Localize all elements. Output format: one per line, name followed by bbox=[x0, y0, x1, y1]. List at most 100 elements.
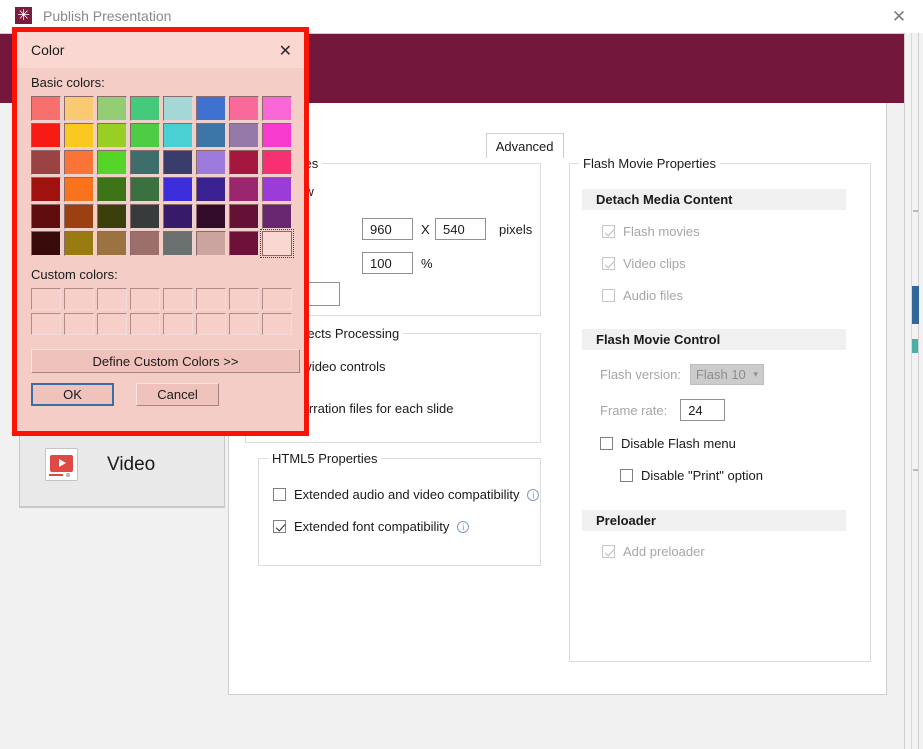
define-custom-colors-button[interactable]: Define Custom Colors >> bbox=[31, 349, 300, 373]
color-swatch[interactable] bbox=[64, 204, 94, 229]
color-swatch[interactable] bbox=[196, 177, 226, 202]
custom-color-swatch[interactable] bbox=[64, 288, 94, 310]
color-swatch[interactable] bbox=[196, 123, 226, 148]
extended-font-compat-checkbox[interactable] bbox=[273, 520, 286, 533]
color-swatch[interactable] bbox=[31, 123, 61, 148]
color-swatch[interactable] bbox=[130, 177, 160, 202]
basic-colors-grid[interactable] bbox=[31, 96, 294, 258]
custom-color-swatch[interactable] bbox=[196, 313, 226, 335]
custom-color-swatch[interactable] bbox=[31, 313, 61, 335]
percent-label: % bbox=[421, 256, 433, 271]
color-swatch[interactable] bbox=[229, 150, 259, 175]
color-swatch[interactable] bbox=[196, 96, 226, 121]
custom-color-swatch[interactable] bbox=[31, 288, 61, 310]
tab-advanced[interactable]: Advanced bbox=[485, 133, 564, 158]
color-picker-dialog: Color ✕ Basic colors: Custom colors: Def… bbox=[12, 27, 309, 436]
info-icon[interactable]: i bbox=[457, 520, 470, 533]
color-swatch[interactable] bbox=[229, 177, 259, 202]
flash-version-label: Flash version: bbox=[600, 367, 681, 382]
color-swatch[interactable] bbox=[262, 150, 292, 175]
custom-colors-grid[interactable] bbox=[31, 288, 292, 335]
color-swatch[interactable] bbox=[262, 96, 292, 121]
color-swatch[interactable] bbox=[64, 123, 94, 148]
custom-color-swatch[interactable] bbox=[97, 313, 127, 335]
color-swatch[interactable] bbox=[163, 96, 193, 121]
color-swatch[interactable] bbox=[31, 177, 61, 202]
color-swatch[interactable] bbox=[262, 123, 292, 148]
disable-print-checkbox[interactable] bbox=[620, 469, 633, 482]
color-swatch[interactable] bbox=[196, 204, 226, 229]
color-swatch[interactable] bbox=[196, 150, 226, 175]
flash-version-select[interactable]: Flash 10 ▾ bbox=[689, 364, 764, 385]
pixels-label: pixels bbox=[499, 222, 533, 237]
color-swatch[interactable] bbox=[229, 123, 259, 148]
color-swatch[interactable] bbox=[229, 231, 259, 256]
custom-color-swatch[interactable] bbox=[130, 288, 160, 310]
info-icon[interactable]: i bbox=[527, 488, 540, 501]
video-play-icon bbox=[45, 448, 78, 481]
color-ok-button[interactable]: OK bbox=[31, 383, 114, 406]
color-swatch[interactable] bbox=[130, 150, 160, 175]
color-swatch[interactable] bbox=[97, 177, 127, 202]
color-swatch[interactable] bbox=[64, 177, 94, 202]
color-dialog-titlebar: Color ✕ bbox=[17, 32, 304, 68]
color-swatch[interactable] bbox=[64, 231, 94, 256]
color-swatch[interactable] bbox=[130, 231, 160, 256]
color-swatch[interactable] bbox=[163, 204, 193, 229]
height-input[interactable]: 540 bbox=[435, 218, 486, 240]
color-swatch[interactable] bbox=[31, 231, 61, 256]
custom-color-swatch[interactable] bbox=[97, 288, 127, 310]
add-preloader-label: Add preloader bbox=[623, 544, 705, 559]
color-swatch[interactable] bbox=[163, 231, 193, 256]
color-swatch[interactable] bbox=[163, 150, 193, 175]
color-swatch[interactable] bbox=[97, 96, 127, 121]
color-cancel-button[interactable]: Cancel bbox=[136, 383, 219, 406]
color-swatch[interactable] bbox=[31, 150, 61, 175]
disable-print-row[interactable]: Disable "Print" option bbox=[620, 468, 763, 483]
frame-rate-row: Frame rate: 24 bbox=[600, 399, 726, 421]
extended-av-compat-row[interactable]: Extended audio and video compatibility i bbox=[273, 487, 540, 502]
color-swatch[interactable] bbox=[97, 204, 127, 229]
extended-av-compat-checkbox[interactable] bbox=[273, 488, 286, 501]
color-swatch[interactable] bbox=[262, 204, 292, 229]
frame-rate-label: Frame rate: bbox=[600, 402, 668, 418]
color-swatch[interactable] bbox=[64, 150, 94, 175]
audio-files-checkbox bbox=[602, 289, 615, 302]
custom-color-swatch[interactable] bbox=[163, 288, 193, 310]
disable-flash-menu-row[interactable]: Disable Flash menu bbox=[600, 436, 736, 451]
color-swatch[interactable] bbox=[229, 96, 259, 121]
custom-color-swatch[interactable] bbox=[262, 313, 292, 335]
color-dialog-close-icon[interactable]: ✕ bbox=[279, 41, 292, 60]
color-dialog-body: Basic colors: Custom colors: Define Cust… bbox=[17, 68, 304, 406]
color-swatch[interactable] bbox=[97, 123, 127, 148]
scale-input[interactable]: 100 bbox=[362, 252, 413, 274]
custom-color-swatch[interactable] bbox=[64, 313, 94, 335]
color-swatch[interactable] bbox=[130, 123, 160, 148]
video-clips-row: Video clips bbox=[602, 256, 686, 271]
color-swatch[interactable] bbox=[229, 204, 259, 229]
color-swatch[interactable] bbox=[97, 150, 127, 175]
frame-rate-input[interactable]: 24 bbox=[680, 399, 726, 421]
window-title: Publish Presentation bbox=[43, 7, 172, 24]
disable-flash-menu-checkbox[interactable] bbox=[600, 437, 613, 450]
custom-color-swatch[interactable] bbox=[262, 288, 292, 310]
color-swatch[interactable] bbox=[130, 204, 160, 229]
color-swatch[interactable] bbox=[31, 96, 61, 121]
window-close-icon[interactable]: ✕ bbox=[888, 6, 910, 28]
color-swatch[interactable] bbox=[97, 231, 127, 256]
custom-color-swatch[interactable] bbox=[229, 288, 259, 310]
custom-color-swatch[interactable] bbox=[130, 313, 160, 335]
color-swatch[interactable] bbox=[260, 229, 294, 258]
color-swatch[interactable] bbox=[196, 231, 226, 256]
color-swatch[interactable] bbox=[130, 96, 160, 121]
width-input[interactable]: 960 bbox=[362, 218, 413, 240]
custom-color-swatch[interactable] bbox=[196, 288, 226, 310]
custom-color-swatch[interactable] bbox=[229, 313, 259, 335]
extended-font-compat-row[interactable]: Extended font compatibility i bbox=[273, 519, 470, 534]
color-swatch[interactable] bbox=[64, 96, 94, 121]
color-swatch[interactable] bbox=[163, 177, 193, 202]
color-swatch[interactable] bbox=[262, 177, 292, 202]
custom-color-swatch[interactable] bbox=[163, 313, 193, 335]
color-swatch[interactable] bbox=[163, 123, 193, 148]
color-swatch[interactable] bbox=[31, 204, 61, 229]
